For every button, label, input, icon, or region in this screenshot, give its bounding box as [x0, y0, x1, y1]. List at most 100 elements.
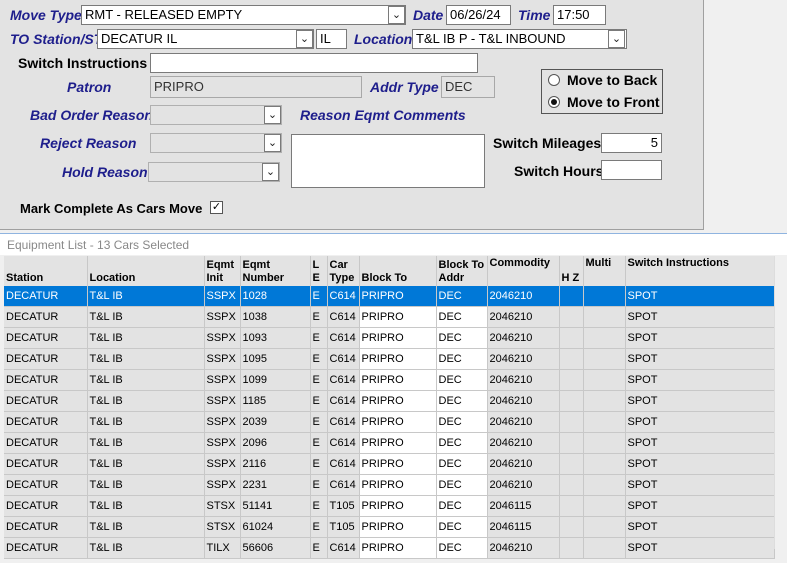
hold-dropdown-icon[interactable]: ⌄: [262, 163, 279, 181]
table-row[interactable]: DECATUR T&L IB SSPX 1093 E C614 PRIPRO DEC 20462…: [4, 327, 775, 349]
table-row[interactable]: DECATUR T&L IB SSPX 1095 E C614 PRIPRO DEC 20462…: [4, 348, 775, 370]
move-type-select[interactable]: RMT - RELEASED EMPTY: [81, 5, 406, 25]
col-block-to-addr-header[interactable]: Block To Addr: [436, 256, 488, 286]
cell-location: T&L IB: [87, 537, 205, 559]
cell-block-to-addr[interactable]: DEC: [436, 537, 488, 559]
date-field[interactable]: 06/26/24: [446, 5, 511, 25]
cell-car-type: C614: [327, 537, 360, 559]
cell-block-to-addr[interactable]: DEC: [436, 474, 488, 496]
cell-block-to-addr[interactable]: DEC: [436, 306, 488, 328]
cell-block-to-addr[interactable]: DEC: [436, 411, 488, 433]
cell-multi: [583, 453, 626, 475]
location-label: Location: [354, 31, 413, 47]
cell-hz: [559, 348, 584, 370]
table-row[interactable]: DECATUR T&L IB SSPX 2231 E C614 PRIPRO DEC 20462…: [4, 474, 775, 496]
table-row[interactable]: DECATUR T&L IB SSPX 2096 E C614 PRIPRO DEC 20462…: [4, 432, 775, 454]
cell-multi: [583, 432, 626, 454]
cell-hz: [559, 411, 584, 433]
cell-switch-instructions: SPOT: [625, 327, 775, 349]
switch-mileages-label: Switch Mileages: [493, 135, 602, 151]
reject-reason-select[interactable]: [150, 133, 282, 153]
cell-block-to-addr[interactable]: DEC: [436, 432, 488, 454]
col-hz-header[interactable]: H Z: [559, 256, 584, 286]
col-car-type-header[interactable]: Car Type: [327, 256, 360, 286]
cell-block-to-addr[interactable]: DEC: [436, 516, 488, 538]
reject-reason-label: Reject Reason: [40, 135, 137, 151]
cell-block-to[interactable]: PRIPRO: [359, 286, 437, 307]
cell-block-to-addr[interactable]: DEC: [436, 390, 488, 412]
table-row[interactable]: DECATUR T&L IB TILX 56606 E C614 PRIPRO DEC 2046…: [4, 537, 775, 559]
reason-comments-textarea[interactable]: [291, 134, 485, 188]
move-to-back-radio[interactable]: [548, 74, 560, 86]
cell-block-to[interactable]: PRIPRO: [359, 474, 437, 496]
bad-order-dropdown-icon[interactable]: ⌄: [264, 106, 281, 124]
cell-switch-instructions: SPOT: [625, 306, 775, 328]
move-to-front-label[interactable]: Move to Front: [567, 94, 660, 110]
reject-dropdown-icon[interactable]: ⌄: [264, 134, 281, 152]
cell-block-to[interactable]: PRIPRO: [359, 327, 437, 349]
col-location-header[interactable]: Location: [87, 256, 205, 286]
bad-order-reason-label: Bad Order Reason: [30, 107, 153, 123]
switch-instructions-input[interactable]: [150, 53, 478, 73]
cell-block-to-addr[interactable]: DEC: [436, 286, 488, 307]
cell-block-to[interactable]: PRIPRO: [359, 348, 437, 370]
cell-eqmt-init: SSPX: [204, 390, 241, 412]
col-block-to-header[interactable]: Block To: [359, 256, 437, 286]
mark-complete-checkbox[interactable]: ✓: [210, 201, 223, 214]
col-multi-header[interactable]: Multi: [583, 256, 626, 286]
col-station-header[interactable]: Station: [4, 256, 88, 286]
col-eqmt-number-header[interactable]: Eqmt Number: [240, 256, 311, 286]
cell-block-to-addr[interactable]: DEC: [436, 453, 488, 475]
cell-block-to-addr[interactable]: DEC: [436, 327, 488, 349]
cell-switch-instructions: SPOT: [625, 516, 775, 538]
cell-station: DECATUR: [4, 369, 88, 391]
cell-block-to[interactable]: PRIPRO: [359, 432, 437, 454]
table-row[interactable]: DECATUR T&L IB STSX 61024 E T105 PRIPRO DEC 2046…: [4, 516, 775, 538]
cell-le: E: [310, 453, 328, 475]
cell-car-type: T105: [327, 516, 360, 538]
table-row[interactable]: DECATUR T&L IB SSPX 1038 E C614 PRIPRO DEC 20462…: [4, 306, 775, 328]
cell-le: E: [310, 495, 328, 517]
table-row[interactable]: DECATUR T&L IB SSPX 1028 E C614 PRIPRO DEC 20462…: [4, 286, 775, 307]
cell-block-to[interactable]: PRIPRO: [359, 390, 437, 412]
col-switch-instructions-header[interactable]: Switch Instructions: [625, 256, 775, 286]
table-row[interactable]: DECATUR T&L IB SSPX 2116 E C614 PRIPRO DEC 20462…: [4, 453, 775, 475]
to-station-select[interactable]: DECATUR IL: [97, 29, 314, 49]
cell-block-to[interactable]: PRIPRO: [359, 495, 437, 517]
location-select[interactable]: T&L IB P - T&L INBOUND: [412, 29, 627, 49]
cell-block-to[interactable]: PRIPRO: [359, 537, 437, 559]
cell-block-to-addr[interactable]: DEC: [436, 495, 488, 517]
time-field[interactable]: 17:50: [553, 5, 606, 25]
location-dropdown-icon[interactable]: ⌄: [608, 30, 625, 48]
table-row[interactable]: DECATUR T&L IB STSX 51141 E T105 PRIPRO DEC 2046…: [4, 495, 775, 517]
cell-car-type: C614: [327, 306, 360, 328]
move-type-dropdown-icon[interactable]: ⌄: [388, 6, 405, 24]
col-eqmt-init-header[interactable]: Eqmt Init: [204, 256, 241, 286]
to-station-dropdown-icon[interactable]: ⌄: [296, 30, 313, 48]
grid-vertical-scrollbar[interactable]: [774, 256, 787, 549]
cell-eqmt-init: SSPX: [204, 432, 241, 454]
col-commodity-header[interactable]: Commodity: [487, 256, 560, 286]
switch-hours-input[interactable]: [601, 160, 662, 180]
switch-mileages-input[interactable]: 5: [601, 133, 662, 153]
bad-order-reason-select[interactable]: [150, 105, 282, 125]
col-le-header[interactable]: L E: [310, 256, 328, 286]
cell-hz: [559, 369, 584, 391]
cell-block-to-addr[interactable]: DEC: [436, 369, 488, 391]
cell-block-to[interactable]: PRIPRO: [359, 411, 437, 433]
cell-station: DECATUR: [4, 516, 88, 538]
cell-eqmt-number: 1099: [240, 369, 311, 391]
hold-reason-select[interactable]: [148, 162, 280, 182]
cell-block-to-addr[interactable]: DEC: [436, 348, 488, 370]
cell-block-to[interactable]: PRIPRO: [359, 369, 437, 391]
table-row[interactable]: DECATUR T&L IB SSPX 1099 E C614 PRIPRO DEC 20462…: [4, 369, 775, 391]
table-row[interactable]: DECATUR T&L IB SSPX 1185 E C614 PRIPRO DEC 20462…: [4, 390, 775, 412]
cell-block-to[interactable]: PRIPRO: [359, 453, 437, 475]
move-to-front-radio[interactable]: [548, 96, 560, 108]
move-to-back-label[interactable]: Move to Back: [567, 72, 657, 88]
cell-block-to[interactable]: PRIPRO: [359, 516, 437, 538]
mark-complete-label[interactable]: Mark Complete As Cars Move: [20, 201, 202, 216]
table-row[interactable]: DECATUR T&L IB SSPX 2039 E C614 PRIPRO DEC 20462…: [4, 411, 775, 433]
state-field[interactable]: IL: [316, 29, 347, 49]
cell-block-to[interactable]: PRIPRO: [359, 306, 437, 328]
